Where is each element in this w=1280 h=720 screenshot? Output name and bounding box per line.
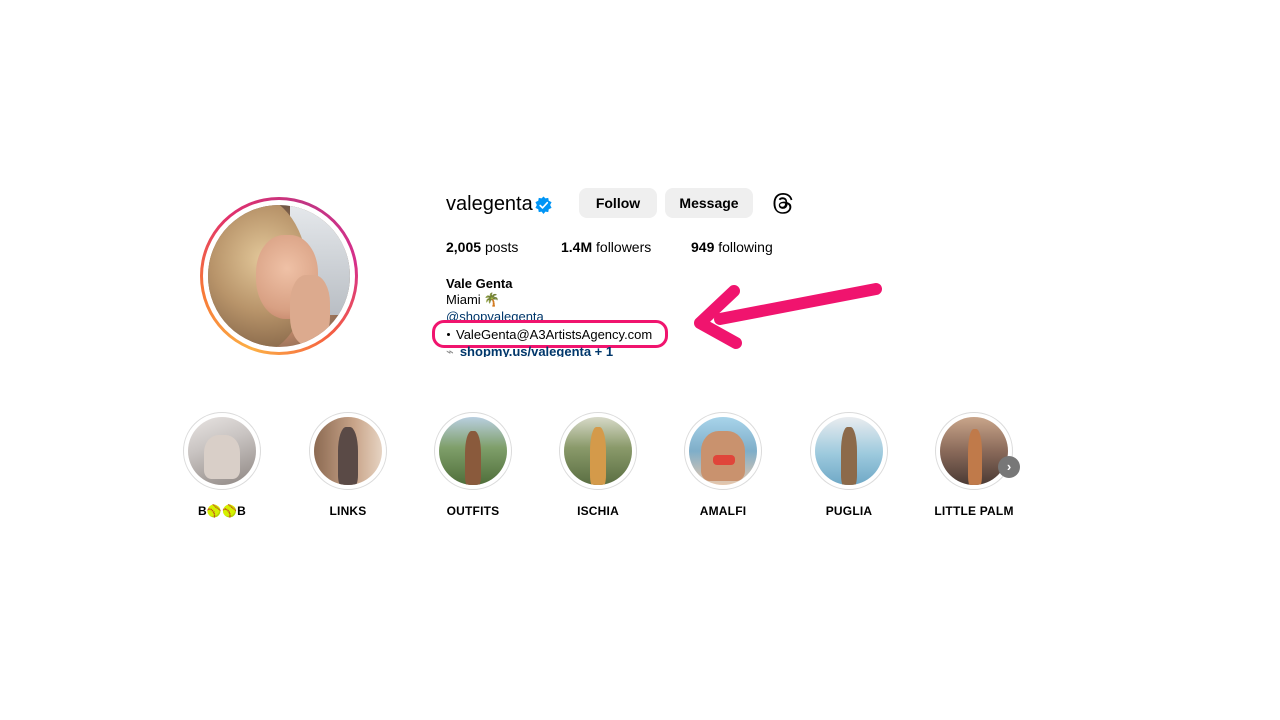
full-name: Vale Genta (446, 276, 513, 291)
highlight-cover (559, 412, 637, 490)
highlight-cover (434, 412, 512, 490)
highlight-label: LITTLE PALM (934, 504, 1014, 518)
follow-button[interactable]: Follow (579, 188, 657, 218)
highlight-figure-accent (713, 455, 735, 465)
posts-count: 2,005 posts (446, 239, 518, 256)
message-button[interactable]: Message (665, 188, 753, 218)
link-icon: ⌁ (446, 345, 454, 357)
highlight-figure (465, 431, 481, 485)
bio-city: Miami (446, 292, 481, 307)
following-label: following (718, 239, 773, 255)
highlight-label: PUGLIA (825, 504, 873, 518)
bio-external-link[interactable]: ⌁ shopmy.us/valegenta + 1 (446, 345, 613, 357)
highlight-label: OUTFITS (446, 504, 500, 518)
palm-tree-icon: 🌴 (483, 292, 500, 307)
highlight-cover (309, 412, 387, 490)
highlight-photo (940, 417, 1008, 485)
bullet-icon (447, 333, 450, 337)
posts-number: 2,005 (446, 239, 482, 255)
threads-icon[interactable] (771, 191, 795, 215)
highlight-item[interactable]: LINKS (293, 412, 403, 518)
highlight-photo (439, 417, 507, 485)
followers-number: 1.4M (561, 239, 593, 255)
profile-avatar[interactable] (200, 197, 358, 355)
highlight-figure (841, 427, 857, 485)
username: valegenta (446, 193, 533, 215)
highlight-photo (689, 417, 757, 485)
highlight-figure (338, 427, 358, 485)
highlights-next-chevron-icon[interactable]: › (998, 456, 1020, 478)
highlight-figure (204, 435, 240, 479)
highlight-label: ISCHIA (577, 504, 619, 518)
bio-location: Miami 🌴 (446, 292, 500, 308)
email-highlight-box: ValeGenta@A3ArtistsAgency.com (432, 320, 668, 348)
verified-badge-icon (535, 196, 552, 215)
annotation-arrow-icon (694, 283, 882, 349)
highlight-label: LINKS (329, 504, 367, 518)
bio-link-text: shopmy.us/valegenta + 1 (459, 345, 614, 357)
highlight-label: B🥎🥎B (197, 504, 246, 518)
highlight-item[interactable]: PUGLIA (794, 412, 904, 518)
highlight-figure (590, 427, 606, 485)
highlight-cover (183, 412, 261, 490)
highlight-item[interactable]: AMALFI (668, 412, 778, 518)
highlight-figure (968, 429, 982, 485)
highlight-item[interactable]: ISCHIA (543, 412, 653, 518)
highlight-photo (564, 417, 632, 485)
avatar-hand (290, 275, 330, 345)
posts-label: posts (484, 239, 519, 255)
following-number: 949 (691, 239, 715, 255)
highlight-cover (935, 412, 1013, 490)
followers-label: followers (596, 239, 652, 255)
highlight-cover (810, 412, 888, 490)
highlight-photo (314, 417, 382, 485)
profile-page: valegenta Follow Message 2,005 posts 1.4… (0, 0, 1280, 720)
highlight-photo (815, 417, 883, 485)
bio-email-text: ValeGenta@A3ArtistsAgency.com (456, 327, 653, 342)
highlight-label: AMALFI (699, 504, 747, 518)
followers-link[interactable]: 1.4M followers (561, 239, 651, 256)
highlight-item[interactable]: OUTFITS (418, 412, 528, 518)
avatar-photo (208, 205, 350, 347)
highlight-cover (684, 412, 762, 490)
highlight-item[interactable]: B🥎🥎B (167, 412, 277, 518)
highlight-photo (188, 417, 256, 485)
bio-email: ValeGenta@A3ArtistsAgency.com (447, 327, 652, 343)
following-link[interactable]: 949 following (691, 239, 773, 256)
